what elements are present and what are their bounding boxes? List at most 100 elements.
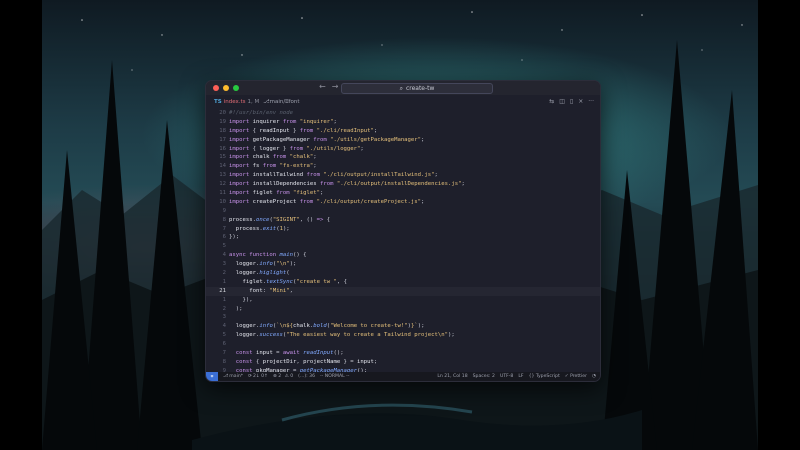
code-line[interactable]: 1 }), xyxy=(206,296,600,305)
tab-filename: index.ts xyxy=(223,99,246,105)
code-text: import fs from "fs-extra"; xyxy=(229,163,317,170)
status-prettier[interactable]: ✓ Prettier xyxy=(565,374,587,379)
line-number: 2 xyxy=(222,305,226,312)
code-line[interactable]: 8 process.once("SIGINT", () => { xyxy=(206,216,600,225)
title-bar: ← → ⌕ create-tw xyxy=(206,81,600,95)
status-problems[interactable]: ⊗ 2 ⚠ 0 xyxy=(273,374,293,379)
code-text: import figlet from "figlet"; xyxy=(229,190,324,197)
code-text: }), xyxy=(229,296,253,303)
history-nav: ← → xyxy=(319,82,338,91)
remote-indicator-icon[interactable]: ⌗ xyxy=(206,372,218,381)
code-line[interactable]: 5 logger.success("The easiest way to cre… xyxy=(206,331,600,340)
status-vim-mode: -- NORMAL -- xyxy=(320,374,350,379)
forward-arrow-icon[interactable]: → xyxy=(332,82,339,91)
status-indentation[interactable]: Spaces: 2 xyxy=(473,374,495,379)
code-line[interactable]: 7 process.exit(1); xyxy=(206,225,600,234)
code-line[interactable]: 3 xyxy=(206,313,600,322)
letterbox-right xyxy=(758,0,800,450)
code-line[interactable]: 15 import chalk from "chalk"; xyxy=(206,153,600,162)
code-line[interactable]: 3 logger.info("\n"); xyxy=(206,260,600,269)
code-editor[interactable]: 20 #!/usr/bin/env node 19 import inquirer f… xyxy=(206,109,600,374)
more-actions-icon[interactable]: ··· xyxy=(588,98,594,105)
line-number: 13 xyxy=(219,172,226,179)
line-number: 2 xyxy=(222,270,226,277)
code-text: }); xyxy=(229,234,240,241)
notifications-bell-icon[interactable]: ◔ xyxy=(592,374,596,379)
typescript-file-icon: TS xyxy=(214,99,222,105)
code-line[interactable]: 7 const input = await readInput(); xyxy=(206,349,600,358)
line-number: 8 xyxy=(222,358,226,365)
code-line[interactable]: 4 async function main() { xyxy=(206,251,600,260)
status-right: Ln 21, Col 18 Spaces: 2 UTF-8 LF {} Type… xyxy=(437,372,596,381)
code-line[interactable]: 14 import fs from "fs-extra"; xyxy=(206,162,600,171)
line-number: 12 xyxy=(219,181,226,188)
vscode-window: ← → ⌕ create-tw TS index.ts 1, M ⎇main/⌸… xyxy=(205,80,601,382)
breadcrumb[interactable]: ⎇main/⌸font xyxy=(263,99,299,106)
line-number: 19 xyxy=(219,118,226,125)
command-center-search[interactable]: ⌕ create-tw xyxy=(341,83,493,94)
code-line[interactable]: 12 import installDependencies from "./cli… xyxy=(206,180,600,189)
code-line[interactable]: 21 font: "Mini", xyxy=(206,287,600,296)
branch-icon: ⎇ xyxy=(223,374,229,379)
line-number: 20 xyxy=(219,110,226,116)
split-editor-icon[interactable]: ▯ xyxy=(570,98,573,105)
tab-bar: TS index.ts 1, M ⎇main/⌸font ⇆ ◫ ▯ × ··· xyxy=(206,95,600,109)
status-cursor-position[interactable]: Ln 21, Col 18 xyxy=(437,374,467,379)
code-text: import installTailwind from "./cli/outpu… xyxy=(229,172,438,179)
line-number: 4 xyxy=(222,252,226,259)
code-line[interactable]: 2 logger.higlight( xyxy=(206,269,600,278)
code-text: font: "Mini", xyxy=(249,287,294,294)
tab-modified-status: 1, M xyxy=(247,99,260,105)
line-number: 8 xyxy=(222,216,226,223)
close-window-button[interactable] xyxy=(213,85,219,91)
line-number: 14 xyxy=(219,163,226,170)
code-text: const input = await readInput(); xyxy=(235,350,344,357)
status-tokens[interactable]: (...): 36 xyxy=(298,374,315,379)
status-bar: ⌗ ⎇ main* ⟳ 2↓ 0↑ ⊗ 2 ⚠ 0 (...): 36 -- NOR… xyxy=(206,372,600,381)
line-number: 9 xyxy=(222,207,226,214)
line-number: 4 xyxy=(222,323,226,330)
code-text: import { readInput } from "./cli/readInp… xyxy=(229,127,378,134)
code-text: logger.higlight( xyxy=(235,270,290,277)
close-tab-icon[interactable]: × xyxy=(578,98,583,105)
code-line[interactable]: 10 import createProject from "./cli/outpu… xyxy=(206,198,600,207)
code-line[interactable]: 5 xyxy=(206,242,600,251)
status-sync[interactable]: ⟳ 2↓ 0↑ xyxy=(248,374,268,379)
status-branch[interactable]: ⎇ main* xyxy=(223,374,243,379)
status-encoding[interactable]: UTF-8 xyxy=(500,374,513,379)
code-line[interactable]: 1 figlet.textSync("create tw ", { xyxy=(206,278,600,287)
code-line[interactable]: 13 import installTailwind from "./cli/out… xyxy=(206,171,600,180)
minimize-window-button[interactable] xyxy=(223,85,229,91)
line-number: 1 xyxy=(222,296,226,303)
code-line[interactable]: 8 const { projectDir, projectName } = in… xyxy=(206,358,600,367)
code-text: import getPackageManager from "./utils/g… xyxy=(229,136,425,143)
tab-index-ts[interactable]: TS index.ts 1, M xyxy=(214,99,259,105)
code-text: import { logger } from "./utils/logger"; xyxy=(229,145,364,152)
code-line[interactable]: 4 logger.info(`\n${chalk.bold("Welcome t… xyxy=(206,322,600,331)
code-text: figlet.textSync("create tw ", { xyxy=(242,278,347,285)
code-text: import chalk from "chalk"; xyxy=(229,154,317,161)
line-number: 15 xyxy=(219,154,226,161)
search-icon: ⌕ xyxy=(399,84,403,92)
code-text: logger.success("The easiest way to creat… xyxy=(235,332,455,339)
code-line[interactable]: 2 ); xyxy=(206,305,600,314)
code-line[interactable]: 16 import { logger } from "./utils/logger… xyxy=(206,145,600,154)
preview-icon[interactable]: ◫ xyxy=(559,98,565,105)
code-line[interactable]: 18 import { readInput } from "./cli/readI… xyxy=(206,127,600,136)
maximize-window-button[interactable] xyxy=(233,85,239,91)
code-text: import installDependencies from "./cli/o… xyxy=(229,181,465,188)
code-line[interactable]: 6 xyxy=(206,340,600,349)
code-text: logger.info("\n"); xyxy=(235,261,297,268)
line-number: 18 xyxy=(219,127,226,134)
code-line[interactable]: 6}); xyxy=(206,233,600,242)
code-line[interactable]: 19 import inquirer from "inquirer"; xyxy=(206,118,600,127)
code-text: import inquirer from "inquirer"; xyxy=(229,118,337,125)
code-line[interactable]: 20 #!/usr/bin/env node xyxy=(206,109,600,118)
compare-icon[interactable]: ⇆ xyxy=(549,98,554,105)
code-line[interactable]: 11 import figlet from "figlet"; xyxy=(206,189,600,198)
code-line[interactable]: 9 xyxy=(206,207,600,216)
status-language[interactable]: {} TypeScript xyxy=(529,374,560,379)
code-line[interactable]: 17 import getPackageManager from "./utils… xyxy=(206,136,600,145)
status-eol[interactable]: LF xyxy=(518,374,523,379)
back-arrow-icon[interactable]: ← xyxy=(319,82,326,91)
